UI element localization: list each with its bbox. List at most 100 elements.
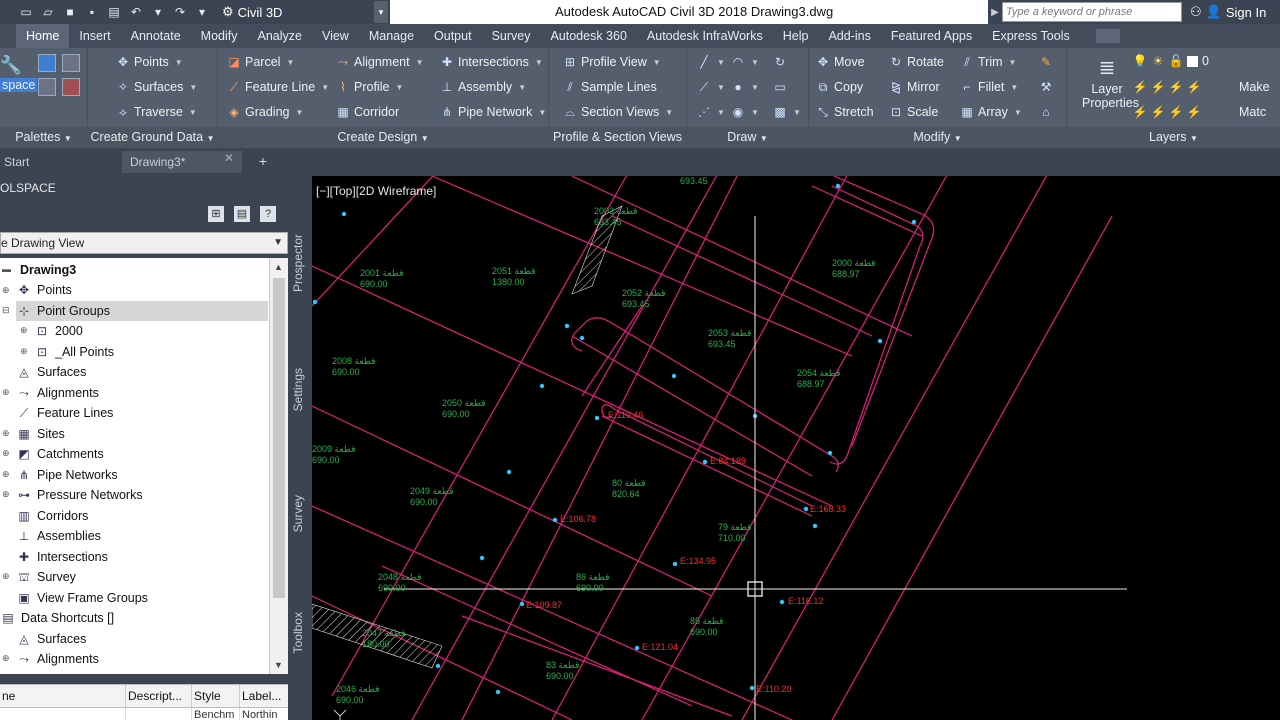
search-input[interactable] <box>1002 2 1182 22</box>
sample-lines-button[interactable]: ⫽ Sample Lines <box>563 80 656 95</box>
section-views-button[interactable]: ⌓ Section Views ▼ <box>563 105 673 120</box>
layer-dropdown[interactable]: 💡 ☀ 🔓 0 <box>1133 54 1209 68</box>
copy-button[interactable]: ⧉ Copy <box>816 80 863 95</box>
tool-palette-icon[interactable] <box>38 78 56 96</box>
tree-node-feature-lines[interactable]: ⟋ Feature Lines <box>16 403 114 423</box>
column-style[interactable]: Style <box>192 685 240 707</box>
tab-add-ins[interactable]: Add-ins <box>818 24 880 48</box>
tree-node-view-frame-groups[interactable]: ▣ View Frame Groups <box>16 588 148 608</box>
layer-properties-button[interactable]: ≣ Layer Properties <box>1082 54 1139 111</box>
feature-line-button[interactable]: ⟋ Feature Line ▼ <box>227 80 329 95</box>
profile-button[interactable]: ⌇ Profile ▼ <box>336 80 403 94</box>
tab-autodesk-infraworks[interactable]: Autodesk InfraWorks <box>637 24 773 48</box>
parcel-label[interactable]: قطعة 2047 180.00 <box>362 628 405 649</box>
tree-node-point-groups[interactable]: ⊹ Point Groups <box>16 301 268 321</box>
point-label[interactable]: E:116.12 <box>788 596 823 606</box>
panel-title-profile-section-views[interactable]: Profile & Section Views <box>549 127 686 148</box>
point-label[interactable]: E:84.189 <box>710 456 746 466</box>
redo-icon[interactable]: ↷ <box>172 5 188 19</box>
parcel-button[interactable]: ◪ Parcel ▼ <box>227 55 294 69</box>
parcel-label[interactable]: قطعة 2050 690.00 <box>442 398 485 419</box>
parcel-label[interactable]: قطعة 80 820.64 <box>612 478 645 499</box>
tree-node-group-2000[interactable]: ⊡ 2000 <box>34 321 83 341</box>
grading-button[interactable]: ◈ Grading ▼ <box>227 105 303 119</box>
scale-button[interactable]: ⊡ Scale <box>889 105 938 119</box>
expand-icon[interactable]: ⊕ <box>2 428 10 439</box>
move-button[interactable]: ✥ Move <box>816 55 865 69</box>
chevron-right-icon[interactable]: ▶ <box>988 7 1002 18</box>
assembly-button[interactable]: ⊥ Assembly ▼ <box>440 80 526 94</box>
undo-dropdown-icon[interactable]: ▾ <box>150 5 166 19</box>
drawing-viewport[interactable]: [−][Top][2D Wireframe] 693.45 قطعة 2003 … <box>312 176 1280 720</box>
parcel-label[interactable]: 693.45 <box>680 176 708 186</box>
ellipse-tool[interactable]: ◉ ▼ <box>731 105 759 119</box>
expand-icon[interactable]: ⊕ <box>2 489 10 500</box>
tab-output[interactable]: Output <box>424 24 482 48</box>
side-tab-toolbox[interactable]: Toolbox <box>291 612 305 653</box>
point-label[interactable]: E:168.33 <box>810 504 846 514</box>
spline-tool[interactable]: ⋰ ▼ <box>697 105 725 119</box>
tree-scrollbar[interactable]: ▲ ▼ <box>269 258 288 674</box>
parcel-label[interactable]: قطعة 2054 688.97 <box>797 368 840 389</box>
tree-node-survey[interactable]: ⛫ Survey <box>16 567 75 587</box>
side-tab-prospector[interactable]: Prospector <box>291 234 305 292</box>
toolspace-button[interactable]: 🔧 space <box>0 54 38 92</box>
scrollbar-thumb[interactable] <box>273 278 285 598</box>
array-button[interactable]: ▦ Array ▼ <box>960 105 1021 119</box>
workspace-selector[interactable]: ⚙ Civil 3D <box>222 4 283 20</box>
tab-help[interactable]: Help <box>773 24 819 48</box>
save-icon[interactable]: ■ <box>62 5 78 19</box>
alignment-button[interactable]: ⤳ Alignment ▼ <box>336 55 423 70</box>
column-description[interactable]: Descript... <box>126 685 192 707</box>
parcel-label[interactable]: قطعة 2000 688.97 <box>832 258 875 279</box>
item-view-icon[interactable]: ⊞ <box>208 206 224 222</box>
tab-insert[interactable]: Insert <box>69 24 120 48</box>
tab-view[interactable]: View <box>312 24 359 48</box>
tab-autodesk-360[interactable]: Autodesk 360 <box>540 24 636 48</box>
hatch-tool[interactable]: ▩ ▼ <box>773 105 801 119</box>
new-file-icon[interactable]: ▭ <box>18 5 34 19</box>
parcel-label[interactable]: قطعة 2053 693.45 <box>708 328 751 349</box>
point-label[interactable]: E:106.78 <box>560 514 596 524</box>
stretch-button[interactable]: ⤡ Stretch <box>816 105 873 120</box>
column-label[interactable]: Label... <box>240 685 288 707</box>
tree-node-sites[interactable]: ▦ Sites <box>16 424 64 444</box>
view-selector[interactable]: e Drawing View ▼ <box>0 232 288 254</box>
panel-title-palettes[interactable]: Palettes ▼ <box>0 127 87 148</box>
corridor-button[interactable]: ▦ Corridor <box>336 105 399 119</box>
tree-node-shortcut-alignments[interactable]: ⤳ Alignments <box>16 649 99 669</box>
point-label[interactable]: E:119.46 <box>608 410 643 420</box>
parcel-label[interactable]: قطعة 2003 693.45 <box>594 206 637 227</box>
panel-title-create-design[interactable]: Create Design ▼ <box>218 127 548 148</box>
collapse-icon[interactable]: ⊟ <box>2 305 10 316</box>
erase-tool[interactable]: ✎ <box>1039 55 1053 69</box>
expand-icon[interactable]: ⊕ <box>2 469 10 480</box>
tree-node-drawing3[interactable]: Drawing3 <box>20 260 76 280</box>
tree-node-catchments[interactable]: ◩ Catchments <box>16 444 103 464</box>
tree-node-all-points[interactable]: ⊡ _All Points <box>34 342 114 362</box>
circle-tool[interactable]: ● ▼ <box>731 80 759 94</box>
rotate-button[interactable]: ↻ Rotate <box>889 55 944 69</box>
tree-node-points[interactable]: ✥ Points <box>16 280 72 300</box>
table-row[interactable]: Benchm Northin <box>0 708 288 720</box>
point-label[interactable]: E:110.20 <box>756 684 791 694</box>
traverse-button[interactable]: ⟡ Traverse ▼ <box>116 105 197 120</box>
tree-node-pressure-networks[interactable]: ⊶ Pressure Networks <box>16 485 143 505</box>
expand-icon[interactable]: ⊕ <box>2 653 10 664</box>
undo-icon[interactable]: ↶ <box>128 5 144 19</box>
expand-icon[interactable]: ⊕ <box>20 346 28 357</box>
line-tool[interactable]: ╱ ▼ <box>697 55 725 69</box>
save-as-icon[interactable]: ▪ <box>84 5 100 19</box>
expand-icon[interactable]: ⊕ <box>2 285 10 296</box>
fillet-button[interactable]: ⌐ Fillet ▼ <box>960 80 1018 94</box>
tree-node-intersections[interactable]: ✚ Intersections <box>16 547 108 567</box>
tab-home[interactable]: Home <box>16 24 70 48</box>
ribbon-minimize-button[interactable] <box>1095 29 1120 43</box>
edit-tool[interactable]: ⚒ <box>1039 80 1053 94</box>
collapse-icon[interactable]: ▬ <box>2 264 11 274</box>
viewport-controls[interactable]: [−][Top][2D Wireframe] <box>316 184 436 198</box>
point-label[interactable]: E:134.95 <box>680 556 716 566</box>
tab-express-tools[interactable]: Express Tools <box>982 24 1080 48</box>
parcel-label[interactable]: قطعة 2048 690.00 <box>378 572 421 593</box>
tab-modify[interactable]: Modify <box>191 24 248 48</box>
